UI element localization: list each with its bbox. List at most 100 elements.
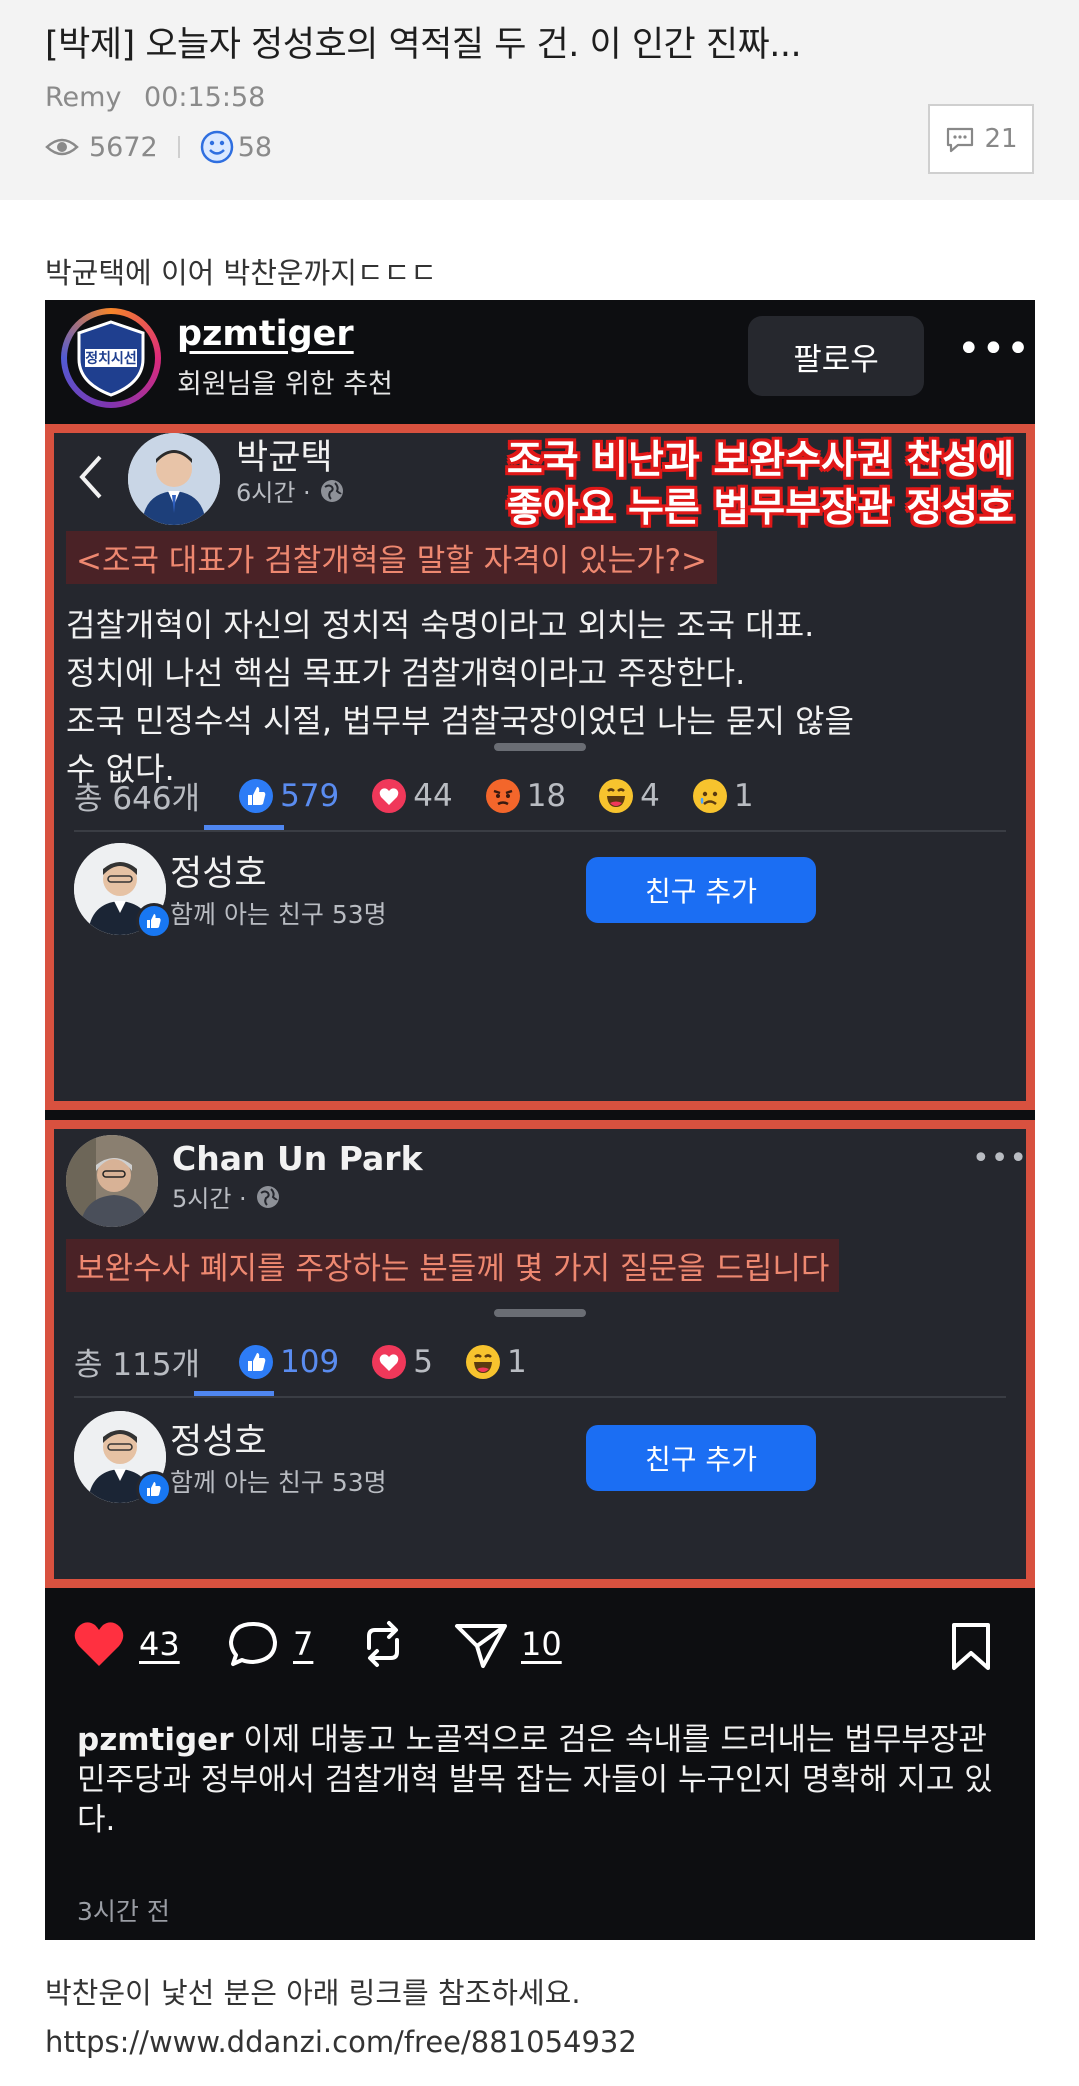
sad-face-icon: [692, 778, 727, 813]
account-avatar[interactable]: 정치시선: [61, 308, 161, 408]
author-name[interactable]: Chan Un Park: [172, 1139, 423, 1178]
reaction-like[interactable]: 579: [238, 778, 339, 814]
repost-action[interactable]: [355, 1618, 423, 1670]
smile-icon[interactable]: [200, 130, 234, 164]
reaction-total[interactable]: 총 646개: [74, 773, 200, 818]
embedded-screenshot: 정치시선 pzmtiger 회원님을 위한 추천 팔로우 ••• 박균택 6시간…: [45, 300, 1035, 1940]
reaction-summary: 총 646개 579 44 18 4 1: [74, 773, 786, 818]
instagram-post-header: 정치시선 pzmtiger 회원님을 위한 추천 팔로우 •••: [45, 300, 1035, 424]
facebook-post-card-2: Chan Un Park 5시간 · ••• 보완수사 폐지를 주장하는 분들께…: [45, 1120, 1035, 1588]
love-count: 5: [413, 1343, 433, 1380]
post-time: 6시간 ·: [236, 473, 345, 508]
post-stats: 5672 58: [45, 130, 272, 164]
like-count: 43: [139, 1625, 180, 1663]
body-line: 조국 민정수석 시절, 법무부 검찰국장이었던 나는 묻지 않을: [66, 702, 854, 740]
shield-logo-icon: 정치시선: [77, 320, 145, 397]
repost-icon: [367, 1621, 399, 1667]
like-badge-icon: [136, 1471, 172, 1507]
facebook-post-card-1: 박균택 6시간 · 조국 비난과 보완수사권 찬성에 좋아요 누른 법무부장관 …: [45, 424, 1035, 1110]
angry-count: 18: [526, 777, 567, 814]
back-chevron-icon[interactable]: [74, 451, 106, 503]
comment-bubble-icon: [229, 1622, 277, 1666]
chat-bubble-icon: [947, 127, 974, 153]
post-meta: Remy 00:15:58: [45, 82, 279, 113]
drag-handle[interactable]: [494, 1309, 586, 1317]
overlay-line-2: 좋아요 누른 법무부장관 정성호: [506, 486, 1014, 531]
author-avatar[interactable]: [66, 1135, 158, 1227]
thumbs-up-icon: [239, 1344, 274, 1379]
friend-name[interactable]: 정성호: [170, 1413, 267, 1464]
laughing-face-icon: [599, 778, 634, 813]
post-time-text: 5시간 ·: [172, 1185, 247, 1213]
comment-count: 21: [984, 124, 1018, 154]
caption-text-2: 민주당과 정부애서 검찰개혁 발목 잡는 자들이 누구인지 명확해 지고 있다.: [77, 1762, 993, 1838]
post-caption: pzmtiger 이제 대놓고 노골적으로 검은 속내를 드러내는 법무부장관 …: [77, 1720, 1007, 1840]
like-count: 58: [237, 131, 273, 163]
post-time: 00:15:58: [144, 82, 266, 113]
comment-count: 7: [293, 1625, 314, 1663]
account-username[interactable]: pzmtiger: [177, 314, 354, 354]
like-count: 579: [280, 777, 340, 814]
follow-button[interactable]: 팔로우: [748, 316, 924, 396]
comments-button[interactable]: 21: [928, 104, 1034, 174]
mutual-friends: 함께 아는 친구 53명: [170, 1468, 387, 1497]
post-header: [박제] 오늘자 정성호의 역적질 두 건. 이 인간 진짜... Remy 0…: [0, 0, 1079, 200]
stat-divider: [177, 136, 180, 158]
red-overlay-caption: 조국 비난과 보완수사권 찬성에 좋아요 누른 법무부장관 정성호: [414, 437, 1014, 533]
more-options-icon[interactable]: •••: [957, 326, 1031, 372]
heart-icon: [372, 778, 407, 813]
divider: [74, 1396, 1006, 1398]
more-options-icon[interactable]: •••: [972, 1141, 1028, 1176]
add-friend-button[interactable]: 친구 추가: [586, 857, 816, 923]
post-headline: <조국 대표가 검찰개혁을 말할 자격이 있는가?>: [66, 531, 718, 584]
sad-count: 1: [733, 777, 754, 814]
reaction-haha[interactable]: 1: [465, 1344, 527, 1380]
laughing-face-icon: [465, 1344, 500, 1379]
instagram-action-bar: 43 7 10: [45, 1590, 1035, 1700]
reference-link[interactable]: https://www.ddanzi.com/free/881054932: [45, 2025, 637, 2059]
author-name[interactable]: Remy: [45, 82, 121, 113]
post-time-text: 6시간 ·: [236, 479, 311, 507]
send-icon: [455, 1624, 507, 1668]
angry-face-icon: [485, 778, 520, 813]
eye-icon: [45, 138, 79, 156]
heart-icon: [74, 1622, 124, 1666]
body-line: 검찰개혁이 자신의 정치적 숙명이라고 외치는 조국 대표.: [66, 606, 815, 644]
friend-name[interactable]: 정성호: [170, 845, 267, 896]
reaction-like[interactable]: 109: [238, 1344, 339, 1380]
outro-text: 박찬운이 낯선 분은 아래 링크를 참조하세요.: [45, 1976, 581, 2010]
share-action[interactable]: 10: [453, 1618, 562, 1670]
globe-icon: [256, 1185, 279, 1208]
suggested-label: 회원님을 위한 추천: [177, 369, 393, 400]
post-time: 5시간 ·: [172, 1179, 281, 1214]
drag-handle[interactable]: [494, 743, 586, 751]
view-count: 5672: [89, 131, 158, 163]
reaction-total[interactable]: 총 115개: [74, 1339, 200, 1384]
reaction-love[interactable]: 44: [371, 777, 453, 814]
caption-username[interactable]: pzmtiger: [77, 1722, 233, 1758]
caption-time: 3시간 전: [77, 1897, 170, 1926]
globe-icon: [320, 479, 343, 502]
bookmark-icon[interactable]: [950, 1622, 992, 1672]
haha-count: 4: [640, 777, 660, 814]
haha-count: 1: [506, 1343, 527, 1380]
like-badge-icon: [136, 903, 172, 939]
like-action[interactable]: 43: [71, 1618, 180, 1670]
mutual-friends: 함께 아는 친구 53명: [170, 900, 387, 929]
divider: [74, 830, 1006, 832]
add-friend-button[interactable]: 친구 추가: [586, 1425, 816, 1491]
logo-text: 정치시선: [85, 350, 137, 367]
like-count: 109: [280, 1343, 340, 1380]
post-body: 검찰개혁이 자신의 정치적 숙명이라고 외치는 조국 대표. 정치에 나선 핵심…: [66, 601, 1006, 793]
share-count: 10: [521, 1625, 562, 1663]
reaction-angry[interactable]: 18: [485, 778, 566, 814]
reaction-haha[interactable]: 4: [598, 778, 660, 814]
reaction-love[interactable]: 5: [371, 1344, 433, 1380]
reaction-summary: 총 115개 109 5 1: [74, 1339, 559, 1384]
author-avatar[interactable]: [128, 433, 220, 525]
comment-action[interactable]: 7: [225, 1618, 313, 1670]
love-count: 44: [413, 777, 453, 814]
caption-text-1: 이제 대놓고 노골적으로 검은 속내를 드러내는 법무부장관: [233, 1722, 987, 1758]
reaction-sad[interactable]: 1: [692, 778, 754, 814]
overlay-line-1: 조국 비난과 보완수사권 찬성에: [506, 438, 1014, 483]
